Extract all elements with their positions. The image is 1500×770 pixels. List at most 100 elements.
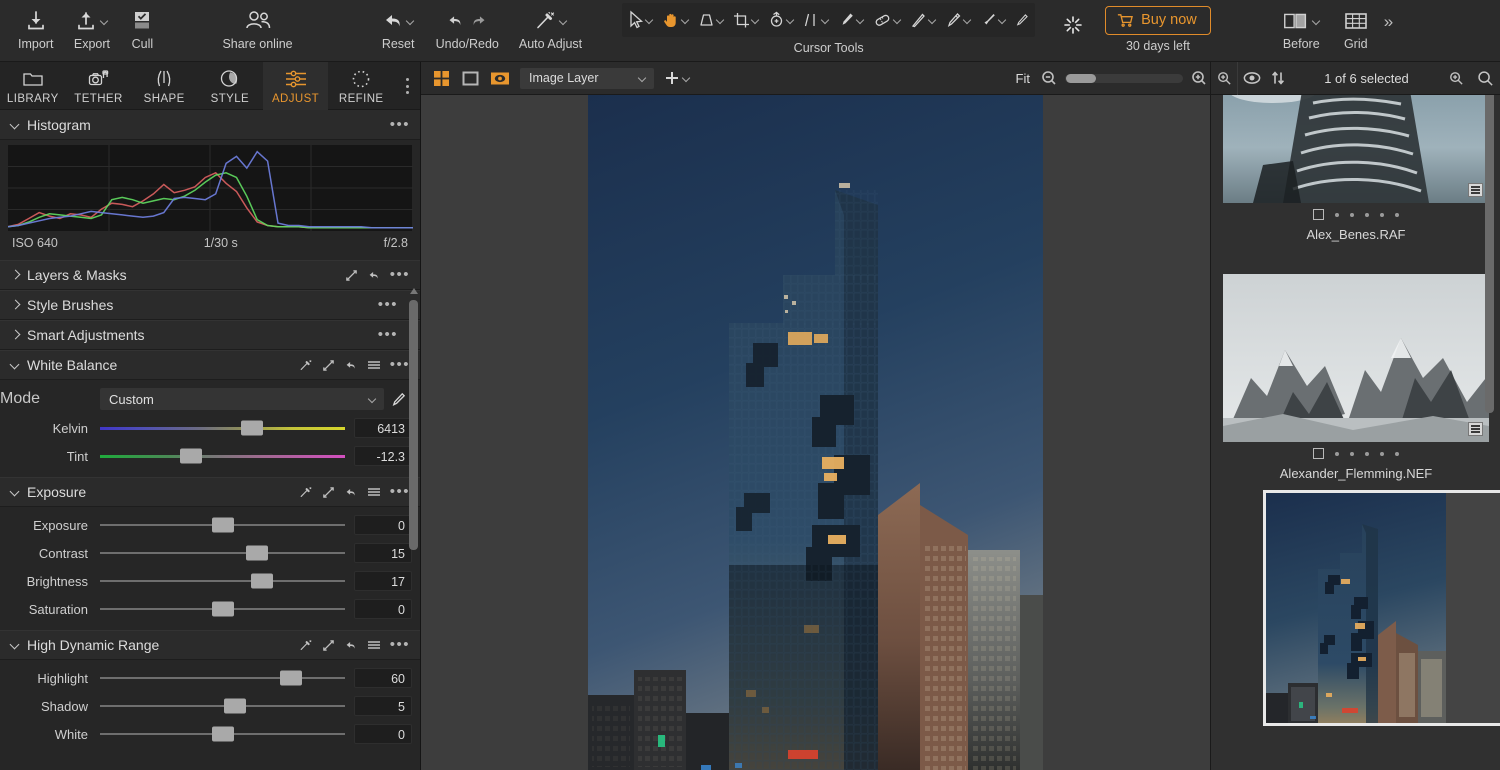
star-dot[interactable] [1395,451,1399,456]
browser-visibility-button[interactable] [1237,61,1265,95]
browser-scrollbar-thumb[interactable] [1485,95,1494,413]
star-dot[interactable] [1395,212,1399,217]
slider-track-tint[interactable] [100,446,345,466]
straighten-tool-chevron-down-icon[interactable] [822,16,831,25]
white-balance-more-button[interactable]: ••• [390,357,410,372]
reset-chevron-down-icon[interactable] [407,17,416,26]
cursor-tool-keystone[interactable] [694,5,729,35]
slider-knob-exposure[interactable] [211,517,234,533]
style-brushes-more-button[interactable]: ••• [378,297,398,312]
slider-track-kelvin[interactable] [100,418,345,438]
add-layer-button[interactable] [663,69,692,87]
tool-tab-adjust[interactable]: ADJUST [262,62,329,110]
dodge-tool-chevron-down-icon[interactable] [999,16,1008,25]
zoom-fit-label[interactable]: Fit [1016,71,1030,86]
pan-tool-chevron-down-icon[interactable] [682,16,691,25]
cursor-tool-pan[interactable] [658,5,694,35]
exposure-reset-button[interactable] [344,486,358,499]
color-tag-checkbox[interactable] [1313,209,1324,220]
exposure-more-button[interactable]: ••• [390,484,410,499]
star-dot[interactable] [1335,451,1339,456]
slider-value-contrast[interactable]: 15 [354,543,412,563]
star-dot[interactable] [1380,212,1384,217]
thumbnail-item[interactable]: Alexander_Flemming.NEF [1211,274,1500,485]
heal-tool-chevron-down-icon[interactable] [894,16,903,25]
toolbar-before-button[interactable]: Before [1271,0,1332,51]
toolbar-undo-redo-button[interactable]: Undo/Redo [426,0,509,51]
slider-track-brightness[interactable] [100,571,345,591]
image-browser[interactable]: Alex_Benes.RAF Alexander_Flemming.NEF [1210,95,1500,770]
section-header-histogram[interactable]: Histogram ••• [0,110,420,140]
tool-tab-refine[interactable]: REFINE [328,62,394,110]
grid-view-button[interactable] [427,62,456,95]
browser-sort-button[interactable] [1265,62,1291,95]
slider-value-shadow[interactable]: 5 [354,696,412,716]
image-viewer[interactable] [421,95,1210,770]
zoom-slider-knob[interactable] [1066,73,1096,83]
exposure-expand-button[interactable] [322,486,335,499]
cursor-tool-color-picker[interactable] [941,5,976,35]
slider-value-brightness[interactable]: 17 [354,571,412,591]
slider-knob-brightness[interactable] [250,573,273,589]
slider-track-saturation[interactable] [100,599,345,619]
hdr-auto-button[interactable] [299,639,313,652]
histogram-more-button[interactable]: ••• [390,117,410,132]
toolbar-export-button[interactable]: Export [63,0,120,51]
slider-knob-highlight[interactable] [280,670,303,686]
white-balance-expand-button[interactable] [322,359,335,372]
cursor-tool-heal[interactable] [869,5,906,35]
exposure-auto-button[interactable] [299,486,313,499]
slider-value-saturation[interactable]: 0 [354,599,412,619]
tool-tab-tether[interactable]: TETHER [66,62,132,110]
color-picker-tool-chevron-down-icon[interactable] [964,16,973,25]
add-layer-chevron-down-icon[interactable] [683,74,692,83]
toolbar-overflow-button[interactable]: » [1380,0,1399,32]
color-tag-checkbox[interactable] [1313,448,1324,459]
browser-filter-zoom-button[interactable] [1211,62,1237,95]
slider-track-contrast[interactable] [100,543,345,563]
cursor-tool-straighten[interactable] [799,5,834,35]
toolbar-import-button[interactable]: Import [8,0,63,51]
star-dot[interactable] [1365,212,1369,217]
tool-tab-shape[interactable]: SHAPE [131,62,197,110]
panel-scroll-up-arrow[interactable] [409,288,418,294]
auto-adjust-chevron-down-icon[interactable] [560,17,569,26]
preview-eye-button[interactable] [485,62,514,95]
slider-knob-contrast[interactable] [245,545,268,561]
tool-tab-style[interactable]: STYLE [197,62,263,110]
hdr-expand-button[interactable] [322,639,335,652]
tool-tab-library[interactable]: LIBRARY [0,62,66,110]
smart-adjustments-more-button[interactable]: ••• [378,327,398,342]
browser-zoom-button[interactable] [1442,62,1470,95]
keystone-tool-chevron-down-icon[interactable] [717,16,726,25]
thumbnail-image[interactable] [1223,95,1489,203]
undo-icon[interactable] [444,10,466,32]
slider-knob-white[interactable] [211,726,234,742]
slider-value-tint[interactable]: -12.3 [354,446,412,466]
toolbar-grid-button[interactable]: Grid [1332,0,1380,51]
browser-search-button[interactable] [1470,62,1500,95]
cursor-tool-dodge[interactable] [976,5,1011,35]
slider-track-highlight[interactable] [100,668,345,688]
hdr-reset-button[interactable] [344,639,358,652]
layers-more-button[interactable]: ••• [390,267,410,282]
layers-reset-button[interactable] [367,269,381,282]
slider-value-kelvin[interactable]: 6413 [354,418,412,438]
slider-value-highlight[interactable]: 60 [354,668,412,688]
star-dot[interactable] [1365,451,1369,456]
slider-knob-shadow[interactable] [223,698,246,714]
cursor-tool-select[interactable] [624,5,658,35]
cursor-tool-crop[interactable] [729,5,764,35]
gradient-mask-tool-chevron-down-icon[interactable] [929,16,938,25]
before-chevron-down-icon[interactable] [1313,17,1322,26]
slider-knob-tint[interactable] [179,448,202,464]
thumbnail-image[interactable] [1263,490,1500,726]
crop-tool-chevron-down-icon[interactable] [752,16,761,25]
section-header-style-brushes[interactable]: Style Brushes ••• [0,290,420,320]
cursor-tool-rotate[interactable] [764,5,799,35]
panel-scrollbar-thumb[interactable] [409,300,418,550]
slider-knob-saturation[interactable] [211,601,234,617]
slider-value-white[interactable]: 0 [354,724,412,744]
section-header-white-balance[interactable]: White Balance ••• [0,350,420,380]
toolbar-cull-button[interactable]: Cull [120,0,164,51]
